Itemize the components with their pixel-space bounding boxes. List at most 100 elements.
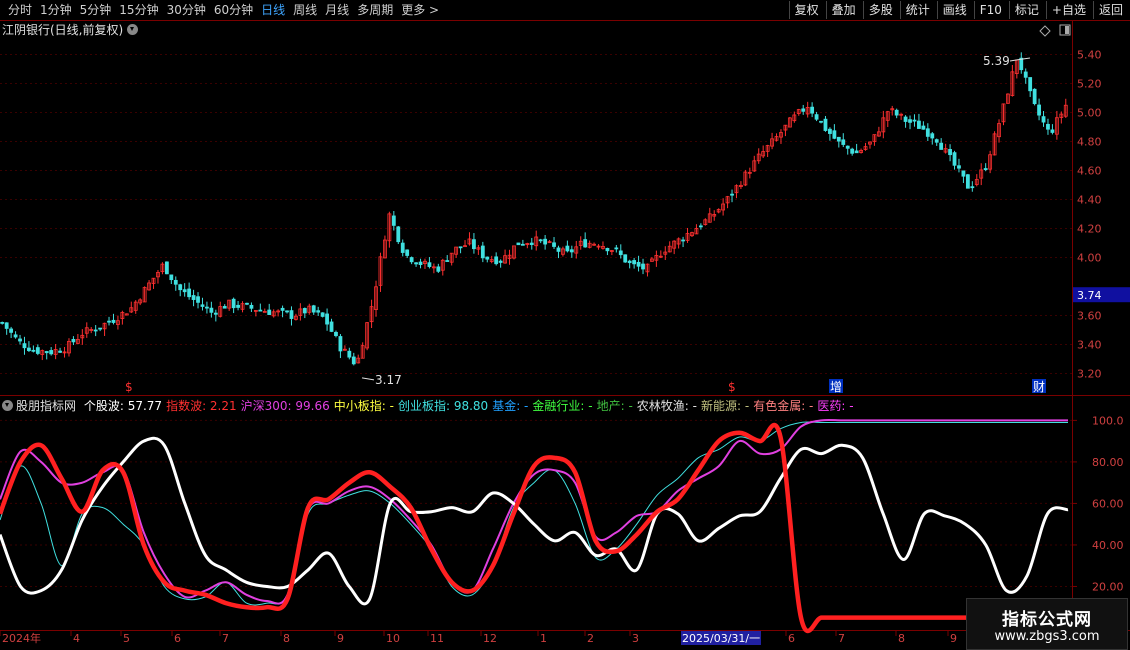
low-price-label: 3.17 <box>375 373 402 387</box>
candle-body <box>111 319 116 323</box>
candle-body <box>289 310 294 319</box>
candle-body <box>191 295 196 300</box>
candle-body <box>400 242 405 253</box>
candle-body <box>351 356 356 365</box>
candle-body <box>912 119 917 122</box>
candle-body <box>556 247 561 252</box>
event-mark: 增 <box>830 380 842 394</box>
candle-body <box>823 118 828 131</box>
candle-body <box>1037 104 1041 116</box>
candle-body <box>93 329 98 332</box>
price-tick-label: 4.00 <box>1077 252 1102 265</box>
time-tick-label: 4 <box>73 632 80 645</box>
candle-body <box>267 309 272 315</box>
candle-body <box>894 109 899 116</box>
candle-body <box>236 304 240 308</box>
candle-body <box>632 260 637 265</box>
indicator-item-0: 个股波: 57.77 <box>83 399 163 413</box>
candle-body <box>49 350 54 355</box>
chart-canvas[interactable]: 5.40 5.20 5.00 4.80 4.60 4.40 4.20 4.00 3.60 3.40… <box>0 0 1130 650</box>
candle-body <box>302 308 307 314</box>
time-tick-label: 9 <box>950 632 957 645</box>
candle-body <box>921 125 926 130</box>
price-tick-label: 4.20 <box>1077 223 1102 236</box>
candle-body <box>200 304 205 307</box>
indicator-tick-label: 40.00 <box>1092 539 1124 552</box>
candle-body <box>249 304 254 309</box>
high-price-label: 5.39 <box>983 54 1010 68</box>
candle-body <box>396 226 401 243</box>
candle-body <box>311 305 316 313</box>
indicator-item-10: 有色金属: - <box>753 399 814 413</box>
time-tick-label: 8 <box>283 632 290 645</box>
candle-body <box>98 327 103 330</box>
candle-body <box>917 120 921 129</box>
candle-body <box>182 289 187 293</box>
candle-body <box>681 239 685 242</box>
candle-body <box>285 310 289 313</box>
candle-body <box>538 239 543 242</box>
candle-body <box>472 239 476 250</box>
watermark-url: www.zbgs3.com <box>994 629 1100 644</box>
event-mark: $ <box>125 380 133 394</box>
candle-body <box>196 296 200 303</box>
low-price-arrow <box>361 377 375 381</box>
candle-body <box>903 116 908 122</box>
price-tick-label: 5.40 <box>1077 49 1102 62</box>
candle-body <box>529 242 534 245</box>
candle-body <box>565 245 570 252</box>
indicator-item-5: 基金: - <box>492 399 529 413</box>
chevron-down-icon[interactable] <box>2 400 13 411</box>
diamond-icon[interactable] <box>1039 25 1051 37</box>
time-tick-label: 7 <box>838 632 845 645</box>
candle-body <box>316 310 321 313</box>
indicator-item-1: 指数波: 2.21 <box>166 399 237 413</box>
candle-body <box>107 320 111 323</box>
candle-body <box>569 249 574 253</box>
candle-body <box>173 279 178 285</box>
candle-body <box>31 349 36 352</box>
candle-body <box>730 193 734 196</box>
candle-body <box>391 215 396 226</box>
candle-body <box>222 306 227 309</box>
candle-body <box>427 262 432 267</box>
indicator-item-3: 中小板指: - <box>333 399 394 413</box>
price-grid <box>0 54 1072 374</box>
candle-body <box>965 174 970 189</box>
candle-body <box>22 343 27 349</box>
price-tick-label: 5.00 <box>1077 107 1102 120</box>
price-tick-label: 4.60 <box>1077 165 1102 178</box>
candle-body <box>409 257 414 263</box>
candle-body <box>623 254 628 263</box>
time-axis: 2024年 4 5 6 7 8 9 10 11 12 1 2 3 2025/03/31/一 6 7 8 9 <box>0 631 957 645</box>
time-tick-label: 7 <box>222 632 229 645</box>
current-price-label: 3.74 <box>1077 289 1102 302</box>
candle-body <box>445 260 450 262</box>
candle-body <box>498 260 503 263</box>
candle-body <box>948 149 952 156</box>
candle-body <box>828 128 832 134</box>
event-mark: 财 <box>1033 380 1045 394</box>
candle-body <box>836 136 841 142</box>
indicator-lines <box>0 418 1069 634</box>
time-tick-label: 12 <box>483 632 497 645</box>
indicator-item-2: 沪深300: 99.66 <box>240 399 330 413</box>
candle-body <box>908 119 912 123</box>
candle-body <box>280 307 285 311</box>
time-tick-label: 10 <box>386 632 400 645</box>
indicator-axis: 100.0 80.00 60.00 40.00 20.00 <box>1072 414 1124 593</box>
candle-body <box>187 288 192 298</box>
candle-body <box>939 142 944 150</box>
indicator-tick-label: 60.00 <box>1092 497 1124 510</box>
candle-body <box>832 130 837 139</box>
candle-body <box>329 321 334 332</box>
candle-body <box>334 331 338 337</box>
indicator-item-11: 医药: - <box>817 399 854 413</box>
time-tick-label: 1 <box>540 632 547 645</box>
price-tick-label: 3.60 <box>1077 310 1102 323</box>
candle-body <box>850 148 855 154</box>
candle-body <box>0 321 5 324</box>
indicator-item-7: 地产: - <box>596 399 633 413</box>
candle-body <box>841 139 846 145</box>
time-tick-label: 6 <box>174 632 181 645</box>
